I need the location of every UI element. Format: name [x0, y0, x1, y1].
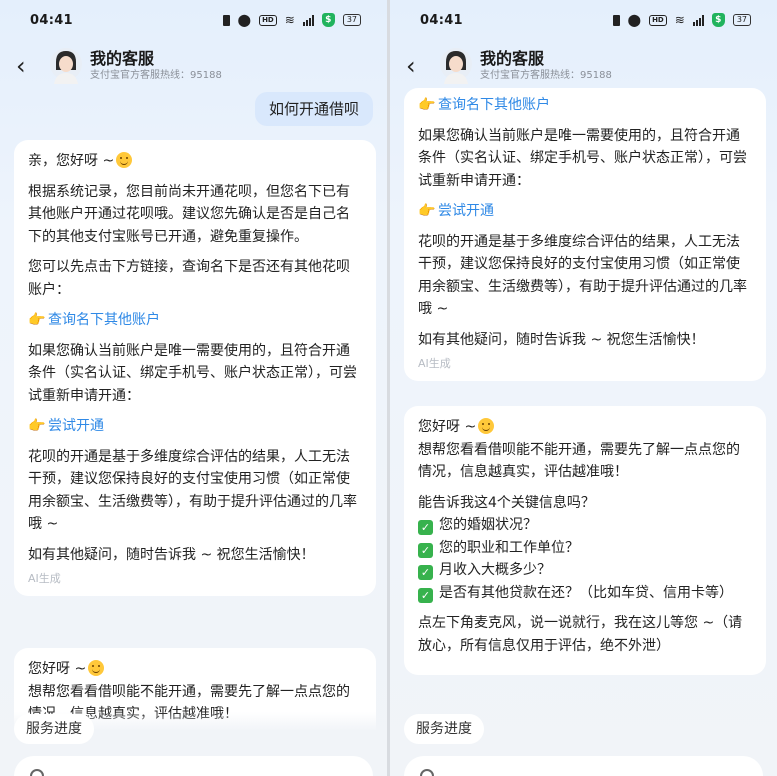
status-time: 04:41	[420, 12, 463, 28]
status-bar: 04:41 ⬤ HD ≋ $ 37	[0, 0, 387, 40]
battery-icon: 37	[732, 14, 751, 26]
user-message: 如何开通借呗	[254, 92, 373, 126]
vibrate-icon	[222, 14, 230, 26]
info-item: ✓ 月收入大概多少？	[418, 559, 752, 582]
message-input[interactable]	[404, 756, 763, 776]
pointing-hand-icon: 👉	[28, 312, 46, 328]
phone-screen-left: 04:41 ⬤ HD ≋ $ 37 ‹ 我的客服 支付宝官方客服热线：95188…	[0, 0, 387, 776]
try-open-link[interactable]: 👉 尝试开通	[418, 200, 752, 223]
service-progress-button[interactable]: 服务进度	[404, 714, 484, 744]
reply-paragraph: 根据系统记录，您目前尚未开通花呗，但您名下已有其他账户开通过花呗哦。建议您先确认…	[28, 183, 350, 245]
chat-area[interactable]: 如何开通借呗 亲，您好呀 ~ 根据系统记录，您目前尚未开通花呗，但您名下已有其他…	[0, 92, 387, 776]
vibrate-icon	[612, 14, 620, 26]
hd-icon: HD	[259, 14, 277, 26]
reply-paragraph: 点左下角麦克风，说一说就行，我在这儿等您 ~（请放心，所有信息仅用于评估，绝不外…	[418, 615, 743, 654]
reply-paragraph: 如有其他疑问，随时告诉我 ~ 祝您生活愉快！	[28, 546, 315, 563]
bot-reply-card: 您好呀 ~ 想帮您看看借呗能不能开通，需要先了解一点点您的情况，信息越真实，评估…	[404, 406, 766, 675]
status-icons: ⬤ HD ≋ $ 37	[612, 13, 751, 27]
phone-screen-right: 04:41 ⬤ HD ≋ $ 37 ‹ 我的客服 支付宝官方客服热线：95188…	[390, 0, 777, 776]
mic-icon[interactable]	[30, 769, 44, 776]
check-icon: ✓	[418, 587, 433, 603]
bot-reply-card: 亲，您好呀 ~ 根据系统记录，您目前尚未开通花呗，但您名下已有其他账户开通过花呗…	[14, 140, 376, 596]
pointing-hand-icon: 👉	[418, 97, 436, 113]
security-shield-icon: $	[711, 13, 725, 27]
status-time: 04:41	[30, 12, 73, 28]
smile-emoji-icon	[478, 418, 495, 434]
pointing-hand-icon: 👉	[28, 418, 46, 434]
bottom-bar: 服务进度	[390, 712, 777, 776]
status-icons: ⬤ HD ≋ $ 37	[222, 13, 361, 27]
pointing-hand-icon: 👉	[418, 203, 436, 219]
chat-title: 我的客服	[90, 49, 155, 68]
check-icon: ✓	[418, 520, 433, 535]
wifi-icon: ≋	[674, 13, 685, 27]
reply-paragraph: 如果您确认当前账户是唯一需要使用的，且符合开通条件（实名认证、绑定手机号、账户状…	[418, 127, 747, 189]
status-bar: 04:41 ⬤ HD ≋ $ 37	[390, 0, 777, 40]
smile-emoji-icon	[88, 660, 105, 676]
reply-paragraph: 如果您确认当前账户是唯一需要使用的，且符合开通条件（实名认证、绑定手机号、账户状…	[28, 342, 357, 404]
service-progress-button[interactable]: 服务进度	[14, 714, 94, 744]
chat-title: 我的客服	[480, 49, 545, 68]
ai-generated-tag: AI生成	[28, 572, 61, 585]
hotline-text: 支付宝官方客服热线：95188	[480, 70, 612, 81]
location-icon: ⬤	[627, 13, 642, 27]
chat-area[interactable]: 👉 查询名下其他账户 如果您确认当前账户是唯一需要使用的，且符合开通条件（实名认证…	[390, 88, 777, 776]
query-accounts-link[interactable]: 👉 查询名下其他账户	[418, 94, 752, 117]
mic-icon[interactable]	[420, 769, 434, 776]
reply-greeting: 您好呀 ~	[418, 416, 752, 439]
reply-paragraph: 花呗的开通是基于多维度综合评估的结果，人工无法干预，建议您保持良好的支付宝使用习…	[28, 448, 357, 533]
signal-icon	[302, 14, 314, 26]
reply-paragraph: 花呗的开通是基于多维度综合评估的结果，人工无法干预，建议您保持良好的支付宝使用习…	[418, 233, 747, 318]
wifi-icon: ≋	[284, 13, 295, 27]
location-icon: ⬤	[237, 13, 252, 27]
check-icon: ✓	[418, 542, 433, 558]
smile-emoji-icon	[116, 152, 133, 168]
query-accounts-link[interactable]: 👉 查询名下其他账户	[28, 309, 362, 332]
chat-header: ‹ 我的客服 支付宝官方客服热线：95188	[0, 40, 387, 92]
ai-generated-tag: AI生成	[418, 357, 451, 370]
reply-paragraph: 想帮您看看借呗能不能开通，需要先了解一点点您的情况，信息越真实，评估越准哦！	[418, 441, 740, 481]
security-shield-icon: $	[321, 13, 335, 27]
chat-header: ‹ 我的客服 支付宝官方客服热线：95188	[390, 40, 777, 92]
reply-paragraph: 如有其他疑问，随时告诉我 ~ 祝您生活愉快！	[418, 331, 705, 348]
hotline-text: 支付宝官方客服热线：95188	[90, 70, 222, 81]
bottom-bar: 服务进度	[0, 712, 387, 776]
agent-avatar	[440, 48, 472, 84]
reply-greeting: 亲，您好呀 ~	[28, 150, 362, 173]
info-item: ✓ 您的婚姻状况？	[418, 514, 752, 537]
info-item: ✓ 是否有其他贷款在还？（比如车贷、信用卡等）	[418, 582, 752, 605]
agent-avatar	[50, 48, 82, 84]
try-open-link[interactable]: 👉 尝试开通	[28, 415, 362, 438]
check-icon: ✓	[418, 565, 433, 580]
hd-icon: HD	[649, 14, 667, 26]
info-item: ✓ 您的职业和工作单位？	[418, 537, 752, 560]
screenshot-pair: 04:41 ⬤ HD ≋ $ 37 ‹ 我的客服 支付宝官方客服热线：95188…	[0, 0, 777, 776]
back-arrow-icon[interactable]: ‹	[16, 54, 38, 78]
reply-question: 能告诉我这4个关键信息吗？	[418, 494, 595, 511]
signal-icon	[692, 14, 704, 26]
back-arrow-icon[interactable]: ‹	[406, 54, 428, 78]
reply-greeting: 您好呀 ~	[28, 658, 362, 681]
reply-paragraph: 您可以先点击下方链接，查询名下是否还有其他花呗账户：	[28, 259, 350, 298]
battery-icon: 37	[342, 14, 361, 26]
bot-reply-card: 👉 查询名下其他账户 如果您确认当前账户是唯一需要使用的，且符合开通条件（实名认证…	[404, 88, 766, 381]
message-input[interactable]	[14, 756, 373, 776]
